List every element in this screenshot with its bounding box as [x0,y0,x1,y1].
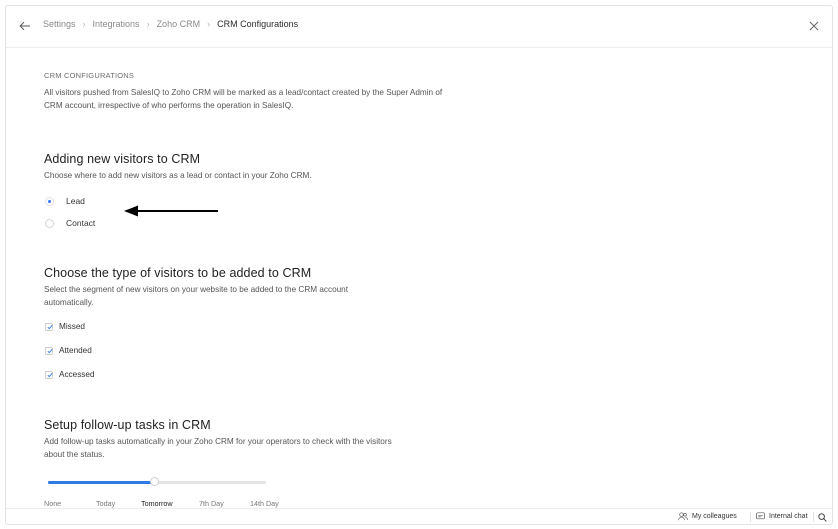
checkmark-icon [46,349,53,354]
bottom-bar: My colleagues Internal chat [6,508,832,524]
adding-visitors-description: Choose where to add new visitors as a le… [44,171,312,180]
slider-label-none[interactable]: None [44,499,61,508]
colleagues-icon [678,512,688,521]
header-bar: Settings › Integrations › Zoho CRM › CRM… [6,6,832,48]
chevron-right-icon: › [207,19,211,29]
checkbox-attended-label: Attended [59,346,92,355]
chevron-right-icon: › [146,19,150,29]
internal-chat-label: Internal chat [769,513,808,520]
followup-slider[interactable] [48,477,266,487]
slider-label-14th-day[interactable]: 14th Day [250,499,279,508]
radio-button-selected[interactable] [45,196,54,206]
checkbox-missed-label: Missed [59,322,85,331]
internal-chat-button[interactable]: Internal chat [756,512,808,521]
slider-label-7th-day[interactable]: 7th Day [199,499,224,508]
divider [750,512,751,522]
checkbox-checked[interactable] [45,370,53,379]
checkbox-accessed[interactable]: Accessed [45,370,95,379]
breadcrumb-zoho-crm[interactable]: Zoho CRM [157,19,201,29]
divider [813,512,814,522]
breadcrumb-integrations[interactable]: Integrations [93,19,140,29]
chevron-right-icon: › [82,19,86,29]
search-icon[interactable] [818,513,827,522]
checkmark-icon [46,325,53,330]
slider-handle[interactable] [150,477,159,486]
breadcrumb-current: CRM Configurations [217,19,299,29]
breadcrumb: Settings › Integrations › Zoho CRM › CRM… [43,19,298,29]
back-arrow-icon[interactable] [19,20,31,32]
radio-contact-label: Contact [66,218,96,228]
visitor-type-description: Select the segment of new visitors on yo… [44,285,349,307]
slider-fill [48,481,154,484]
radio-lead-label: Lead [66,196,85,206]
checkbox-missed[interactable]: Missed [45,322,85,331]
crm-config-description: All visitors pushed from SalesIQ to Zoho… [44,88,443,110]
my-colleagues-button[interactable]: My colleagues [678,512,737,521]
checkbox-accessed-label: Accessed [59,370,95,379]
my-colleagues-label: My colleagues [692,513,737,520]
visitor-type-title: Choose the type of visitors to be added … [44,266,312,280]
crm-config-label: CRM CONFIGURATIONS [44,71,135,80]
slider-label-tomorrow[interactable]: Tomorrow [141,499,173,508]
annotation-arrow-icon [124,205,218,217]
adding-visitors-title: Adding new visitors to CRM [44,152,201,166]
chat-icon [756,512,765,520]
slider-label-today[interactable]: Today [96,499,115,508]
checkmark-icon [46,373,53,378]
radio-lead[interactable]: Lead [45,196,85,206]
radio-contact[interactable]: Contact [45,218,95,228]
radio-button[interactable] [45,218,54,228]
checkbox-attended[interactable]: Attended [45,346,92,355]
followup-description: Add follow-up tasks automatically in you… [44,437,392,459]
checkbox-checked[interactable] [45,346,53,355]
followup-title: Setup follow-up tasks in CRM [44,418,211,432]
breadcrumb-settings[interactable]: Settings [43,19,76,29]
close-icon[interactable] [809,21,819,31]
settings-panel: Settings › Integrations › Zoho CRM › CRM… [5,5,833,525]
checkbox-checked[interactable] [45,322,53,331]
